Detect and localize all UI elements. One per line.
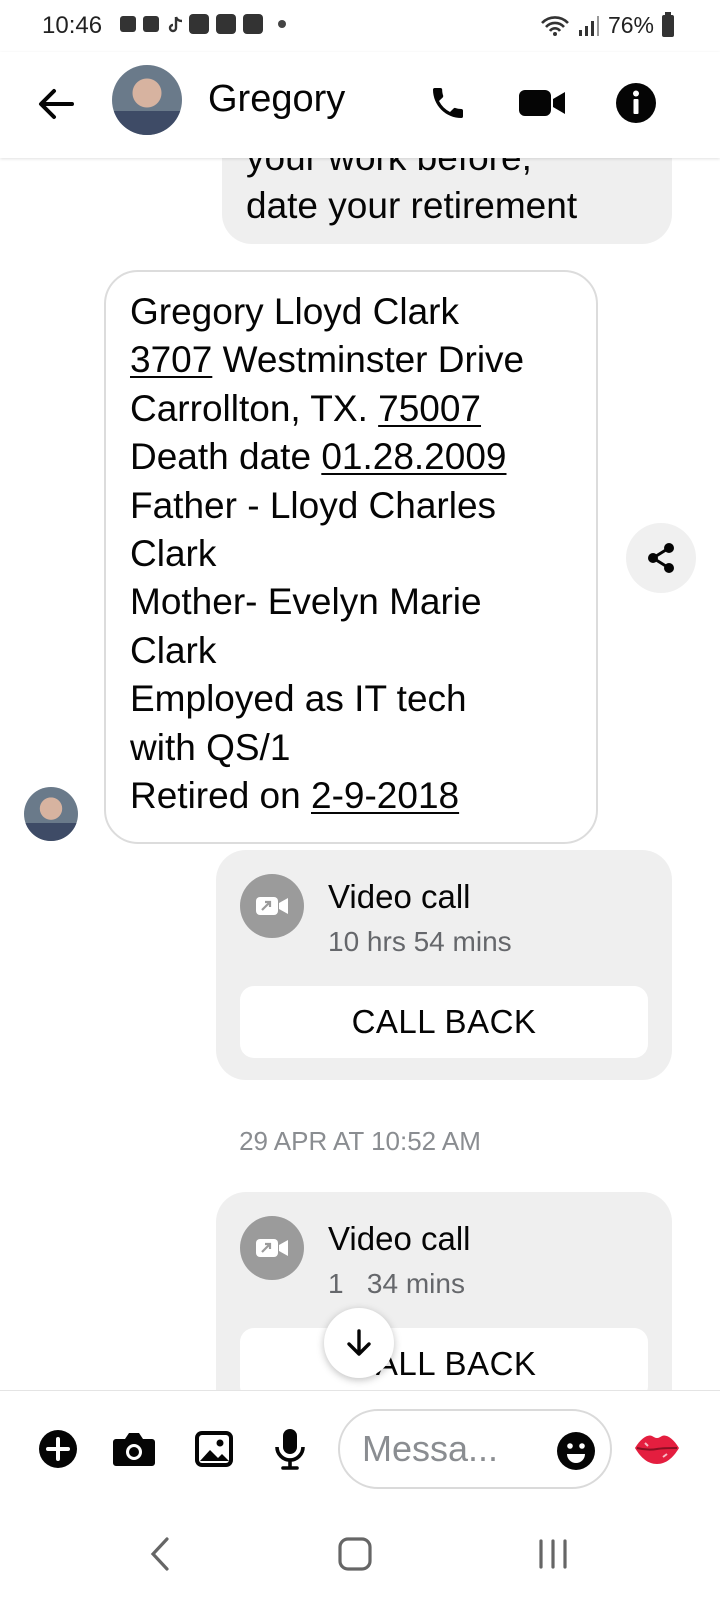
- detected-data-link[interactable]: 01.28.2009: [321, 436, 506, 477]
- message-text: your work before, date your retirement: [246, 158, 578, 226]
- conversation-header: Gregory: [0, 52, 720, 158]
- message-line: Clark: [130, 627, 572, 675]
- message-line-text: Father - Lloyd Charles: [130, 484, 497, 526]
- nav-home-button[interactable]: [330, 1532, 380, 1576]
- message-line-text: Westminster Drive: [212, 339, 525, 381]
- folder-icon: [189, 14, 209, 34]
- message-line: with QS/1: [130, 724, 572, 772]
- message-line-text: Death date: [130, 436, 322, 478]
- more-notifications-dot: [278, 20, 286, 28]
- video-call-button[interactable]: [518, 79, 566, 127]
- video-call-card: Video call 1 34 mins CALL BACK: [216, 1192, 672, 1390]
- info-button[interactable]: [612, 79, 660, 127]
- quick-reaction-button[interactable]: [632, 1427, 682, 1471]
- video-call-card: Video call 10 hrs 54 mins CALL BACK: [216, 850, 672, 1080]
- call-back-button[interactable]: CALL BACK: [240, 986, 648, 1058]
- message-line-text: Mother- Evelyn Marie: [130, 581, 482, 623]
- share-icon: [648, 543, 674, 573]
- message-line: 3707 Westminster Drive: [130, 336, 572, 384]
- status-bar: 10:46 76%: [0, 0, 720, 52]
- youtube-icon: [216, 14, 236, 34]
- call-duration: 10 hrs 54 mins: [328, 926, 512, 957]
- gallery-button[interactable]: [192, 1427, 236, 1471]
- chevron-left-icon: [150, 1537, 169, 1571]
- voice-message-button[interactable]: [268, 1427, 312, 1471]
- lock-icon: [120, 16, 136, 32]
- message-line-text: with QS/1: [130, 726, 291, 768]
- plus-circle-icon: [39, 1430, 77, 1468]
- nav-recents-button[interactable]: [528, 1532, 578, 1576]
- arrow-left-icon: [39, 89, 74, 119]
- nav-back-button[interactable]: [135, 1532, 185, 1576]
- call-title: Video call: [328, 1220, 471, 1257]
- message-line: Carrollton, TX. 75007: [130, 385, 572, 433]
- add-button[interactable]: [36, 1427, 80, 1471]
- contact-name[interactable]: Gregory: [208, 78, 345, 121]
- message-line-text: Clark: [130, 533, 217, 575]
- video-call-icon: [240, 1216, 304, 1280]
- battery-percent: 76%: [607, 12, 654, 38]
- message-line-text: Clark: [130, 629, 217, 671]
- battery-icon: [662, 11, 674, 37]
- message-line: Mother- Evelyn Marie: [130, 578, 572, 626]
- message-list[interactable]: your work before, date your retirement G…: [0, 158, 720, 1390]
- info-icon: [616, 83, 656, 123]
- emoji-icon[interactable]: [556, 1431, 596, 1471]
- image-icon: [195, 1431, 233, 1467]
- call-title: Video call: [328, 878, 471, 915]
- message-timestamp: 29 APR AT 10:52 AM: [239, 1126, 481, 1156]
- recents-icon: [539, 1539, 567, 1569]
- youtube-icon-2: [243, 14, 263, 34]
- message-line-text: Retired on: [130, 775, 311, 817]
- detected-data-link[interactable]: 75007: [378, 388, 481, 429]
- arrow-down-icon: [347, 1329, 371, 1356]
- message-line: Gregory Lloyd Clark: [130, 288, 572, 336]
- phone-icon: [433, 88, 463, 118]
- wifi-icon: [541, 15, 569, 36]
- message-line: Death date 01.28.2009: [130, 433, 572, 481]
- message-input-container[interactable]: [338, 1409, 612, 1489]
- message-line: Retired on 2-9-2018: [130, 772, 572, 820]
- message-line: Clark: [130, 530, 572, 578]
- message-line-text: Carrollton, TX.: [130, 387, 379, 429]
- s-app-icon: [143, 16, 159, 32]
- camera-button[interactable]: [112, 1427, 156, 1471]
- sender-avatar[interactable]: [24, 787, 78, 841]
- status-time: 10:46: [42, 12, 103, 39]
- status-right: 76%: [540, 11, 674, 39]
- video-camera-icon: [519, 90, 565, 116]
- video-call-icon: [240, 874, 304, 938]
- contact-avatar[interactable]: [112, 65, 182, 135]
- home-square-icon: [338, 1537, 372, 1571]
- message-input[interactable]: [362, 1425, 542, 1473]
- detected-data-link[interactable]: 2-9-2018: [311, 775, 459, 816]
- share-button[interactable]: [626, 523, 696, 593]
- signal-icon: [578, 15, 599, 36]
- incoming-message[interactable]: Gregory Lloyd Clark 3707 Westminster Driv…: [104, 270, 598, 844]
- message-line-text: Employed as IT tech: [130, 678, 467, 720]
- call-back-button[interactable]: CALL BACK: [240, 1328, 648, 1390]
- call-duration: 1 34 mins: [328, 1268, 465, 1299]
- message-composer: [0, 1390, 720, 1504]
- message-line-text: Gregory Lloyd Clark: [130, 291, 460, 332]
- lips-icon: [635, 1435, 679, 1464]
- outgoing-message[interactable]: your work before, date your retirement: [222, 158, 672, 244]
- tiktok-icon: [166, 16, 183, 33]
- message-line: Employed as IT tech: [130, 675, 572, 723]
- voice-call-button[interactable]: [424, 79, 472, 127]
- message-line: Father - Lloyd Charles: [130, 482, 572, 530]
- back-button[interactable]: [34, 82, 78, 126]
- system-navigation-bar: [0, 1504, 720, 1600]
- microphone-icon: [275, 1429, 305, 1470]
- camera-icon: [113, 1433, 155, 1466]
- detected-data-link[interactable]: 3707: [130, 339, 212, 380]
- notification-icons: [120, 14, 286, 34]
- scroll-to-bottom-button[interactable]: [324, 1308, 394, 1378]
